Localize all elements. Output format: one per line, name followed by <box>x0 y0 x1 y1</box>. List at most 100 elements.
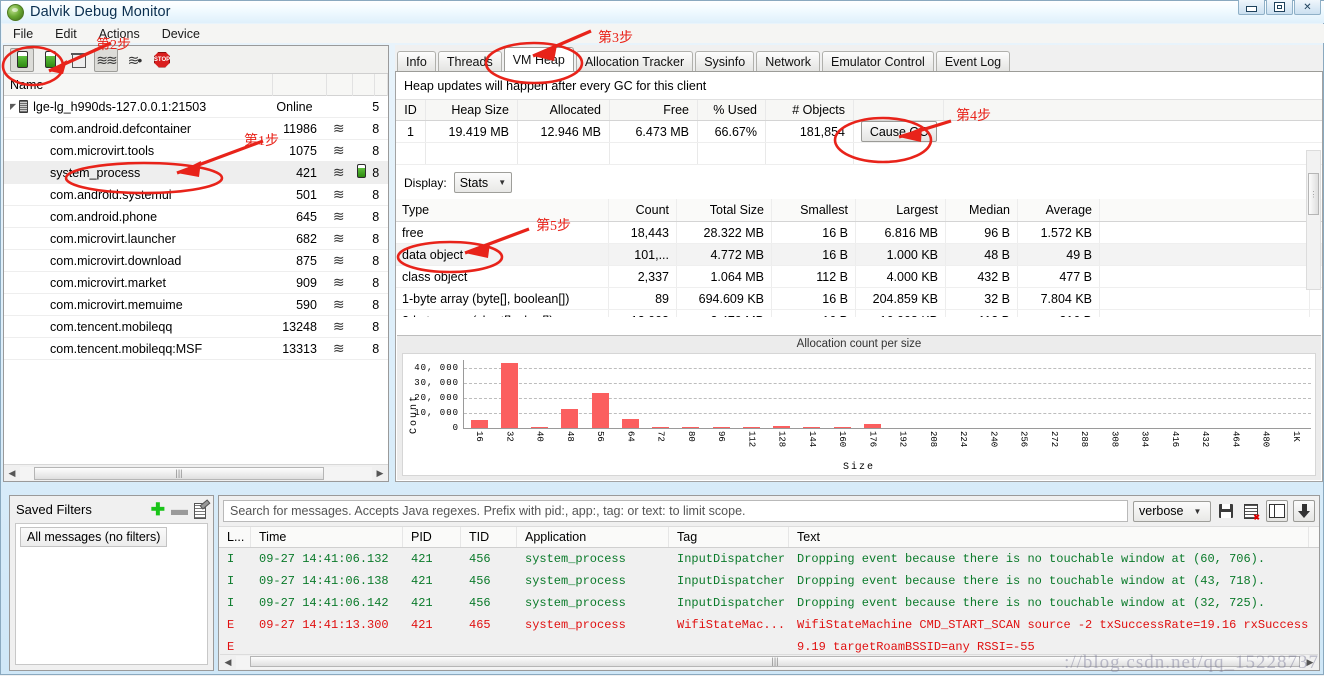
expand-triangle-icon[interactable]: ◤ <box>10 102 16 111</box>
table-row[interactable]: free 18,443 28.322 MB 16 B 6.816 MB 96 B 1.572… <box>396 222 1322 244</box>
col-allocated[interactable]: Allocated <box>518 100 610 120</box>
col-median[interactable]: Median <box>946 199 1018 221</box>
cause-gc-toolbar-button[interactable] <box>66 48 90 72</box>
table-row[interactable]: I 09-27 14:41:06.138 421 456 system_process I… <box>219 570 1319 592</box>
col-percent-used[interactable]: % Used <box>698 100 766 120</box>
col-id[interactable]: ID <box>396 100 426 120</box>
maximize-button[interactable] <box>1266 0 1293 15</box>
column-header-threads[interactable] <box>327 73 354 96</box>
process-row[interactable]: system_process 421 ≋ 8 <box>4 162 388 184</box>
col-smallest[interactable]: Smallest <box>772 199 856 221</box>
process-threads-cell[interactable]: ≋ <box>325 165 351 180</box>
cause-gc-button[interactable]: Cause GC <box>860 121 938 142</box>
process-row[interactable]: com.android.systemui 501 ≋ 8 <box>4 184 388 206</box>
display-dropdown[interactable]: Stats ▼ <box>453 172 513 193</box>
process-threads-cell[interactable]: ≋ <box>325 341 351 356</box>
tab-emulator-control[interactable]: Emulator Control <box>822 51 934 71</box>
hscroll-thumb[interactable]: ||| <box>34 466 324 480</box>
update-heap-button[interactable] <box>10 47 34 72</box>
process-row[interactable]: com.tencent.mobileqq:MSF 13313 ≋ 8 <box>4 338 388 360</box>
process-threads-cell[interactable]: ≋ <box>325 231 351 246</box>
scroll-right-arrow-icon[interactable]: ▶ <box>372 468 388 479</box>
process-row[interactable]: com.microvirt.memuime 590 ≋ 8 <box>4 294 388 316</box>
minimize-button[interactable] <box>1238 0 1265 15</box>
table-row[interactable]: I 09-27 14:41:06.142 421 456 system_process I… <box>219 592 1319 614</box>
tab-info[interactable]: Info <box>397 51 436 71</box>
hscroll-track[interactable]: ||| <box>20 466 372 480</box>
device-list-hscrollbar[interactable]: ◀ ||| ▶ <box>4 464 388 481</box>
tab-event-log[interactable]: Event Log <box>935 51 1011 71</box>
process-row[interactable]: com.android.phone 645 ≋ 8 <box>4 206 388 228</box>
process-row[interactable]: com.microvirt.launcher 682 ≋ 8 <box>4 228 388 250</box>
process-threads-cell[interactable]: ≋ <box>325 209 351 224</box>
menu-file[interactable]: File <box>10 26 36 42</box>
tab-threads[interactable]: Threads <box>437 51 502 71</box>
watermark: ://blog.csdn.net/qq_15228737 <box>1064 652 1319 673</box>
menu-edit[interactable]: Edit <box>52 26 80 42</box>
save-log-button[interactable] <box>1216 500 1236 522</box>
table-row[interactable]: E 09-27 14:41:13.300 421 465 system_process W… <box>219 614 1319 636</box>
col-average[interactable]: Average <box>1018 199 1100 221</box>
edit-icon[interactable] <box>194 502 207 519</box>
column-header-status[interactable] <box>273 73 328 96</box>
col-level[interactable]: L... <box>219 527 251 547</box>
column-header-heap[interactable] <box>353 73 376 96</box>
process-threads-cell[interactable]: ≋ <box>325 297 351 312</box>
process-row[interactable]: com.tencent.mobileqq 13248 ≋ 8 <box>4 316 388 338</box>
col-tag[interactable]: Tag <box>669 527 789 547</box>
list-item[interactable]: All messages (no filters) <box>20 527 168 547</box>
process-threads-cell[interactable]: ≋ <box>325 253 351 268</box>
table-row[interactable]: class object 2,337 1.064 MB 112 B 4.000 KB 43… <box>396 266 1322 288</box>
table-row[interactable]: I 09-27 14:41:06.132 421 456 system_process I… <box>219 548 1319 570</box>
col-application[interactable]: Application <box>517 527 669 547</box>
process-threads-cell[interactable]: ≋ <box>325 187 351 202</box>
saved-filters-list[interactable]: All messages (no filters) <box>15 523 208 665</box>
col-total-size[interactable]: Total Size <box>677 199 772 221</box>
process-threads-cell[interactable]: ≋ <box>325 121 351 136</box>
close-button[interactable]: ✕ <box>1294 0 1321 15</box>
search-input[interactable]: Search for messages. Accepts Java regexe… <box>223 500 1128 522</box>
scroll-left-arrow-icon[interactable]: ◀ <box>4 468 20 479</box>
tab-network[interactable]: Network <box>756 51 821 71</box>
minus-icon[interactable]: ▬ <box>171 501 188 518</box>
col-time[interactable]: Time <box>251 527 403 547</box>
log-level-dropdown[interactable]: verbose ▼ <box>1133 500 1211 522</box>
menu-device[interactable]: Device <box>159 26 203 42</box>
process-heap-cell[interactable] <box>351 164 373 181</box>
column-header-name[interactable]: Name <box>4 73 273 96</box>
col-count[interactable]: Count <box>609 199 677 221</box>
heap-stats-vscroll-thumb[interactable]: ⋮ <box>1308 173 1319 215</box>
dump-hprof-button[interactable] <box>38 48 62 72</box>
heap-summary-row[interactable]: 1 19.419 MB 12.946 MB 6.473 MB 66.67% 18… <box>396 121 1322 143</box>
column-header-port[interactable] <box>375 73 388 96</box>
process-row[interactable]: com.android.defcontainer 11986 ≋ 8 <box>4 118 388 140</box>
process-threads-cell[interactable]: ≋ <box>325 275 351 290</box>
col-pid[interactable]: PID <box>403 527 461 547</box>
process-threads-cell[interactable]: ≋ <box>325 143 351 158</box>
process-row[interactable]: com.microvirt.tools 1075 ≋ 8 <box>4 140 388 162</box>
process-row[interactable]: com.microvirt.market 909 ≋ 8 <box>4 272 388 294</box>
col-text[interactable]: Text <box>789 527 1309 547</box>
col-objects[interactable]: # Objects <box>766 100 854 120</box>
table-row[interactable]: 1-byte array (byte[], boolean[]) 89 694.60… <box>396 288 1322 310</box>
clear-log-button[interactable] <box>1241 500 1261 522</box>
col-free[interactable]: Free <box>610 100 698 120</box>
table-row[interactable]: 2-byte array (short[], char[])12,0032.47… <box>396 310 1322 317</box>
display-saved-filters-button[interactable] <box>1266 500 1288 522</box>
tab-vm-heap[interactable]: VM Heap <box>503 47 574 71</box>
heap-stats-vscrollbar[interactable]: ⋮ <box>1306 150 1321 290</box>
scroll-lock-button[interactable] <box>1293 500 1315 522</box>
col-heap-size[interactable]: Heap Size <box>426 100 518 120</box>
log-scroll-left-arrow-icon[interactable]: ◀ <box>220 657 236 668</box>
plus-icon[interactable]: ✚ <box>151 501 165 518</box>
col-type[interactable]: Type <box>396 199 609 221</box>
tab-sysinfo[interactable]: Sysinfo <box>695 51 755 71</box>
device-row[interactable]: ◤ lge-lg_h990ds-127.0.0.1:21503 Online 5 <box>4 96 388 118</box>
tab-allocation-tracker[interactable]: Allocation Tracker <box>575 51 694 71</box>
process-threads-cell[interactable]: ≋ <box>325 319 351 334</box>
col-largest[interactable]: Largest <box>856 199 946 221</box>
process-row[interactable]: com.microvirt.download 875 ≋ 8 <box>4 250 388 272</box>
col-tid[interactable]: TID <box>461 527 517 547</box>
table-row[interactable]: data object 101,... 4.772 MB 16 B 1.000 KB 48… <box>396 244 1322 266</box>
stop-process-button[interactable]: STOP <box>150 48 174 72</box>
